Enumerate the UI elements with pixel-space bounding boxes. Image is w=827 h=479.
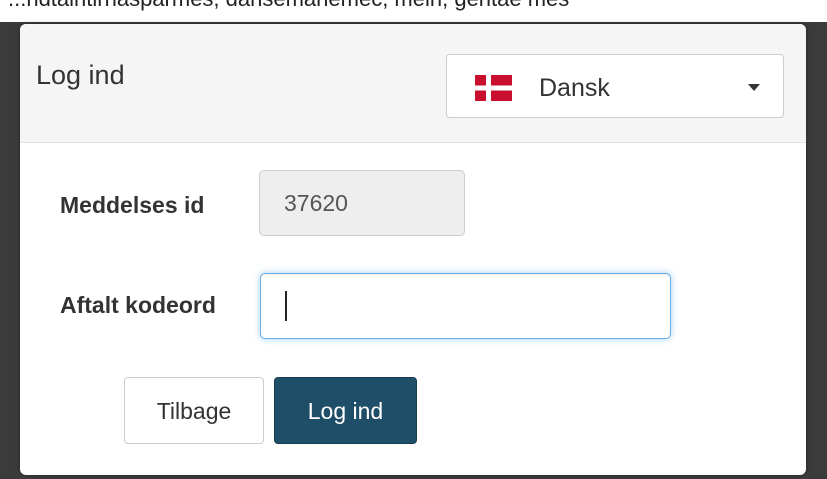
- login-dialog: Log ind Dansk Meddelses id 37620 Aftalt …: [20, 24, 806, 475]
- login-button[interactable]: Log ind: [274, 377, 417, 444]
- language-label: Dansk: [539, 74, 610, 102]
- password-label: Aftalt kodeord: [60, 292, 216, 318]
- text-cursor: [285, 291, 287, 321]
- background-text: ...ndtaintirnasparmes, dansemanemec, mei…: [8, 0, 569, 12]
- password-input[interactable]: [260, 273, 671, 339]
- denmark-flag-icon: [475, 75, 512, 101]
- language-select[interactable]: Dansk: [446, 54, 784, 118]
- background-text-strip: ...ndtaintirnasparmes, dansemanemec, mei…: [0, 0, 827, 22]
- back-button[interactable]: Tilbage: [124, 377, 264, 444]
- dialog-header: Log ind Dansk: [20, 24, 806, 143]
- chevron-down-icon: [748, 84, 760, 91]
- dialog-title: Log ind: [36, 60, 125, 90]
- message-id-field: 37620: [259, 170, 465, 236]
- message-id-label: Meddelses id: [60, 192, 205, 218]
